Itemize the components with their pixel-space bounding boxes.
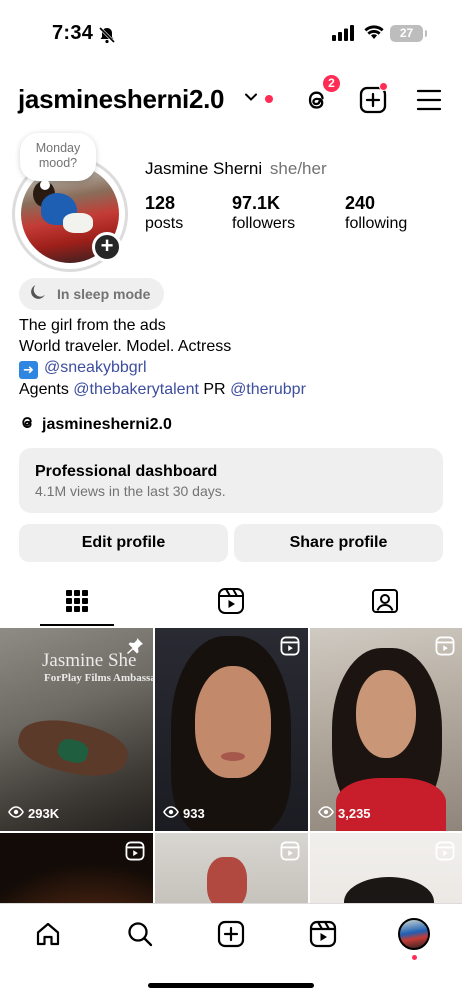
grid-post[interactable]: 3,235 (310, 628, 462, 831)
bio-mention-link[interactable]: @thebakerytalent (73, 381, 199, 398)
bio-line: The girl from the ads (19, 317, 166, 334)
pronouns: she/her (269, 159, 327, 178)
note-line: Monday (35, 141, 81, 155)
bio-line: World traveler. Model. Actress (19, 338, 232, 355)
grid-icon (65, 589, 89, 618)
note-line: mood? (38, 156, 78, 170)
reels-icon (217, 587, 245, 620)
eye-icon (8, 806, 24, 821)
following-count[interactable]: 240 following (345, 193, 407, 235)
bio: The girl from the ads World traveler. Mo… (19, 315, 306, 400)
new-post-notification-dot (379, 82, 388, 91)
grid-post[interactable] (310, 833, 462, 908)
profile-avatar-icon (398, 918, 430, 950)
view-count: 933 (163, 806, 205, 821)
view-count-value: 3,235 (338, 806, 371, 821)
post-overlay-text: ForPlay Films Ambassa (44, 672, 153, 684)
sleep-mode-pill[interactable]: In sleep mode (19, 278, 165, 310)
edit-profile-button[interactable]: Edit profile (19, 524, 228, 562)
share-profile-button[interactable]: Share profile (234, 524, 443, 562)
eye-icon (318, 806, 334, 821)
professional-dashboard[interactable]: Professional dashboard 4.1M views in the… (19, 448, 443, 513)
moon-icon (29, 283, 47, 306)
arrow-right-icon: ➜ (19, 361, 38, 379)
followers-label: followers (232, 215, 296, 232)
tab-reels[interactable] (154, 580, 308, 626)
create-icon[interactable] (215, 918, 247, 950)
grid-post[interactable] (0, 833, 153, 908)
threads-icon (19, 414, 36, 436)
tagged-person-icon (371, 587, 399, 620)
status-bar: 7:34 27 (0, 0, 462, 62)
profile-tabs (0, 580, 462, 628)
reel-icon (435, 636, 455, 661)
threads-profile-link[interactable]: jasminesherni2.0 (19, 414, 172, 436)
followers-value: 97.1K (232, 193, 281, 213)
home-icon[interactable] (32, 918, 64, 950)
followers-count[interactable]: 97.1K followers (232, 193, 295, 235)
note-bubble[interactable]: Monday mood? (20, 133, 96, 190)
bio-line: Agents @thebakerytalent PR @therubpr (19, 379, 306, 400)
battery-level: 27 (399, 26, 414, 40)
silent-bell-icon (98, 26, 116, 49)
home-indicator (148, 983, 314, 988)
bio-text: PR (203, 381, 226, 398)
view-count: 3,235 (318, 806, 371, 821)
dashboard-subtitle: 4.1M views in the last 30 days. (35, 483, 226, 499)
status-time: 7:34 (52, 22, 94, 44)
username-switcher[interactable]: jasminesherni2.0 (18, 84, 225, 115)
wifi-icon (364, 24, 384, 45)
reels-icon[interactable] (307, 918, 339, 950)
profile-notification-dot (412, 955, 417, 960)
reel-icon (280, 636, 300, 661)
signal-icon (332, 25, 354, 46)
posts-count[interactable]: 128 posts (145, 193, 183, 235)
profile-header: jasminesherni2.0 2 (0, 73, 462, 122)
sleep-mode-label: In sleep mode (57, 286, 151, 302)
menu-icon[interactable] (416, 88, 442, 112)
active-tab-indicator (40, 624, 114, 626)
pin-icon (125, 636, 145, 661)
bio-mention-link[interactable]: @sneakybbgrl (44, 359, 147, 376)
grid-post[interactable]: Jasmine She ForPlay Films Ambassa 293K (0, 628, 153, 831)
reel-icon (280, 841, 300, 866)
posts-value: 128 (145, 193, 176, 213)
view-count: 293K (8, 806, 59, 821)
search-icon[interactable] (124, 918, 156, 950)
dashboard-title: Professional dashboard (35, 463, 218, 480)
threads-handle: jasminesherni2.0 (42, 416, 172, 433)
posts-label: posts (145, 215, 184, 232)
display-name: Jasmine Sherni (145, 159, 263, 178)
eye-icon (163, 806, 179, 821)
view-count-value: 293K (28, 806, 60, 821)
threads-badge: 2 (321, 73, 342, 94)
bio-text: Agents (19, 381, 69, 398)
battery-icon: 27 (390, 25, 427, 42)
add-story-button[interactable]: + (92, 232, 122, 262)
posts-grid: Jasmine She ForPlay Films Ambassa 293K 9… (0, 628, 462, 908)
bio-line: ➜ @sneakybbgrl (19, 357, 306, 379)
following-label: following (345, 215, 408, 232)
chevron-down-icon[interactable] (244, 90, 258, 109)
grid-post[interactable] (155, 833, 308, 908)
tab-posts-grid[interactable] (0, 580, 154, 626)
reel-icon (125, 841, 145, 866)
reel-icon (435, 841, 455, 866)
following-value: 240 (345, 193, 376, 213)
tab-tagged[interactable] (308, 580, 462, 626)
view-count-value: 933 (183, 806, 205, 821)
full-name: Jasmine Sherni she/her (145, 159, 327, 179)
profile-tab[interactable] (398, 918, 430, 950)
bio-mention-link[interactable]: @therubpr (230, 381, 306, 398)
account-notification-dot (265, 95, 273, 103)
grid-post[interactable]: 933 (155, 628, 308, 831)
post-overlay-text: Jasmine She (42, 650, 137, 671)
